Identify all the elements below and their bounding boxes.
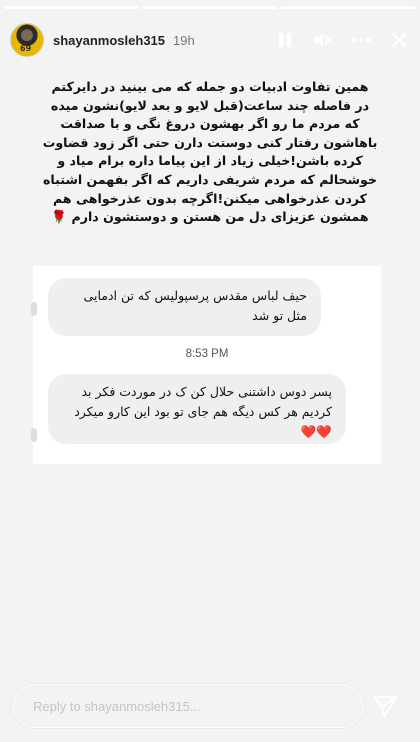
- close-icon[interactable]: [388, 29, 410, 51]
- story-header: 69 shayanmosleh315 19h: [0, 18, 420, 62]
- post-time: 19h: [173, 32, 195, 48]
- caption-line: باهاشون رفتار کنی دوستت دارن حتی اگر زود…: [42, 134, 378, 150]
- caption-line: همشون عزیزای دل من هستن و دوستشون دارم 🌹: [51, 209, 369, 225]
- caption-line: در فاصله چند ساعت(قبل لایو و بعد لایو)نش…: [50, 97, 370, 113]
- reply-bar[interactable]: [12, 684, 364, 728]
- side-indicator: [31, 302, 37, 316]
- more-icon[interactable]: [350, 29, 372, 51]
- story-caption: همین تفاوت ادبیات دو جمله که می بینید در…: [30, 78, 390, 227]
- send-button[interactable]: [370, 693, 400, 721]
- progress-segment-2: [142, 6, 278, 9]
- caption-line: که مردم ما رو اگر بهشون دروغ نگی و با صد…: [60, 116, 360, 132]
- caption-line: کردن عذرخواهی میکنن!اگرچه بدون عذرخواهی …: [53, 190, 367, 206]
- side-indicator: [31, 428, 37, 442]
- story-progress-bars: [4, 6, 417, 9]
- progress-segment-1: [4, 6, 139, 9]
- dm-screenshot-card: حیف لباس مقدس پرسپولیس که تن ادمایی مثل …: [31, 266, 381, 464]
- username[interactable]: shayanmosleh315: [53, 33, 165, 48]
- dm-message-1: حیف لباس مقدس پرسپولیس که تن ادمایی مثل …: [48, 278, 321, 336]
- send-icon: [373, 696, 397, 718]
- caption-line: خوشحالم که مردم شریفی داریم که اگر بفهمن…: [43, 171, 377, 187]
- dm-message-2: پسر دوس داشتنی حلال کن ک در موردت فکر بد…: [48, 374, 346, 444]
- caption-line: کرده باشن!خیلی زیاد از این پیاما داره بر…: [57, 153, 363, 169]
- header-controls: [274, 29, 410, 51]
- dm-timestamp: 8:53 PM: [185, 348, 229, 360]
- progress-segment-3: [281, 6, 417, 9]
- avatar[interactable]: 69: [10, 23, 44, 57]
- avatar-number: 69: [20, 44, 32, 53]
- reply-input[interactable]: [33, 698, 363, 714]
- pause-icon[interactable]: [274, 29, 296, 51]
- mute-icon[interactable]: [312, 29, 334, 51]
- caption-line: همین تفاوت ادبیات دو جمله که می بینید در…: [51, 79, 369, 94]
